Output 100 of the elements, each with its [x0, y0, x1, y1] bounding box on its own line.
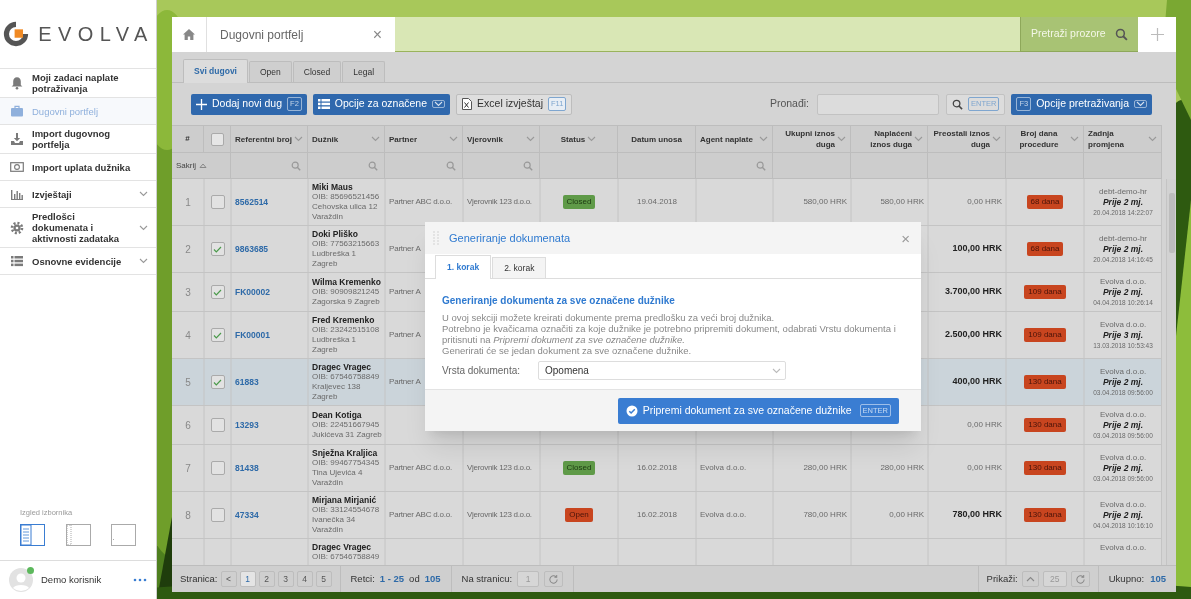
changed-by: Evolva d.o.o.	[1099, 452, 1147, 463]
address-line: Kraljevec 138	[312, 382, 362, 392]
partner-name: Partner A	[389, 243, 422, 255]
row-number: 2	[185, 242, 191, 257]
description-text: Potrebno je kvačicama označiti za koje dužnike je potrebno pripremiti dokument, odabrati Vrstu dokumenta i pritisnuti na Pripremi dokument za sve označene dužnike.	[442, 323, 897, 345]
address-line: Ivanečka 34	[312, 515, 357, 525]
total-amount: 280,00 HRK	[803, 462, 847, 474]
paid-amount: 580,00 HRK	[880, 196, 924, 208]
debtor-name: Dragec Vragec	[312, 542, 373, 552]
partner-name: Partner ABC d.o.o.	[389, 196, 454, 208]
of-label: od	[409, 571, 420, 586]
days-badge: 130 dana	[1024, 508, 1066, 522]
total-count: 105	[1150, 571, 1166, 586]
status-badge: Closed	[562, 195, 596, 209]
address-line: Jukićeva 31 Zagreb	[312, 430, 381, 440]
address-line: Varaždin	[312, 525, 344, 535]
changed-by: Evolva d.o.o.	[1099, 276, 1147, 287]
show-label: Prikaži:	[986, 571, 1018, 586]
debtor-name: Doki Pliško	[312, 229, 359, 239]
changed-by: Evolva d.o.o.	[1099, 366, 1147, 377]
address-line: Ludbreška 1	[312, 249, 358, 259]
debtor-name: Mirjana Mirjanić	[312, 495, 378, 505]
description-text: U ovoj sekciji možete kreirati dokumente prema predlošku za veći broj dužnika.	[442, 312, 776, 323]
oib-text: OIB: 99467754345	[312, 458, 381, 468]
remaining-amount: 3.700,00 HRK	[944, 285, 1002, 299]
oib-text: OIB: 23242515108	[312, 325, 381, 335]
debtor-name: Miki Maus	[312, 182, 354, 192]
time-ago: Prije 2 mj.	[1102, 244, 1144, 255]
changed-by: Evolva d.o.o.	[1099, 542, 1147, 553]
time-ago: Prije 2 mj.	[1102, 420, 1144, 431]
partner-name: Partner ABC d.o.o.	[389, 462, 454, 474]
row-number: 7	[185, 461, 191, 476]
time-ago: Prije 2 mj.	[1102, 197, 1144, 208]
total-amount: 580,00 HRK	[803, 196, 847, 208]
oib-text: OIB: 85696521456	[312, 192, 381, 202]
row-number: 1	[185, 195, 191, 210]
agent-name: Evolva d.o.o.	[700, 462, 748, 474]
changed-by: debt-demo-hr	[1099, 233, 1147, 244]
changed-by: Evolva d.o.o.	[1099, 499, 1147, 510]
debtor-name: Snježna Kraljica	[312, 448, 379, 458]
changed-by: Evolva d.o.o.	[1099, 409, 1147, 420]
address-line: Zagreb	[312, 345, 339, 355]
debtor-name: Dean Kotiga	[312, 410, 363, 420]
address-line: Zagreb	[312, 259, 339, 269]
remaining-amount: 2.500,00 HRK	[944, 328, 1002, 342]
oib-text: OIB: 90909821245	[312, 287, 381, 297]
row-number: 6	[185, 418, 191, 433]
description-text: Generirati će se jedan dokument za sve označene dužnike.	[442, 345, 693, 356]
remaining-amount: 0,00 HRK	[967, 196, 1002, 208]
time-ago: Prije 3 mj.	[1102, 330, 1144, 341]
days-badge: 68 dana	[1026, 195, 1064, 209]
oib-text: OIB: 77563215663	[312, 239, 381, 249]
time-ago: Prije 2 mj.	[1102, 510, 1144, 521]
partner-name: Partner A	[389, 286, 422, 298]
time-ago: Prije 2 mj.	[1102, 377, 1144, 388]
paid-amount: 0,00 HRK	[889, 509, 924, 521]
address-line: Ludbreška 1	[312, 335, 358, 345]
partner-name: Partner ABC d.o.o.	[389, 509, 454, 521]
creditor-name: Vjerovnik 123 d.o.o.	[467, 462, 533, 474]
days-badge: 130 dana	[1024, 375, 1066, 389]
oib-text: OIB: 67546758849	[312, 552, 381, 562]
address-line: Zagreb	[312, 392, 339, 402]
entry-date: 19.04.2018	[636, 196, 677, 208]
rows-total: 105	[424, 571, 441, 586]
rows-label: Retci:	[350, 571, 375, 586]
address-line: Varaždin	[312, 212, 344, 222]
row-number: 4	[185, 328, 191, 343]
debtor-name: Fred Kremenko	[312, 315, 376, 325]
page-label: Stranica:	[180, 571, 218, 586]
remaining-amount: 0,00 HRK	[967, 462, 1002, 474]
remaining-amount: 780,00 HRK	[952, 508, 1002, 522]
remaining-amount: 100,00 HRK	[952, 242, 1002, 256]
status-badge: Open	[565, 508, 593, 522]
logo-text: EVOLVA	[38, 22, 154, 47]
user-name: Demo korisnik	[41, 572, 103, 587]
total-amount: 780,00 HRK	[803, 509, 847, 521]
days-badge: 109 dana	[1024, 285, 1066, 299]
days-badge: 130 dana	[1024, 418, 1066, 432]
address-line: Zagorska 9 Zagreb	[312, 297, 381, 307]
total-label: Ukupno:	[1108, 571, 1145, 586]
changed-by: debt-demo-hr	[1099, 186, 1147, 197]
changed-by: Evolva d.o.o.	[1099, 319, 1147, 330]
status-badge: Closed	[562, 461, 596, 475]
oib-text: OIB: 33124554678	[312, 505, 381, 515]
dialog-title: Generiranje dokumenata	[449, 230, 572, 246]
paid-amount: 280,00 HRK	[880, 462, 924, 474]
time-ago: Prije 2 mj.	[1102, 463, 1144, 474]
time-ago: Prije 2 mj.	[1102, 287, 1144, 298]
rows-range: 1 - 25	[379, 571, 405, 586]
go-to-page-label: Na stranicu:	[461, 571, 513, 586]
days-badge: 130 dana	[1024, 461, 1066, 475]
remaining-amount: 0,00 HRK	[967, 419, 1002, 431]
partner-name: Partner A	[389, 376, 422, 388]
creditor-name: Vjerovnik 123 d.o.o.	[467, 509, 533, 521]
debtor-name: Wilma Kremenko	[312, 277, 381, 287]
days-badge: 109 dana	[1024, 328, 1066, 342]
section-heading: Generiranje dokumenta za sve označene dužnike	[442, 294, 676, 308]
entry-date: 16.02.2018	[636, 509, 677, 521]
field-label: Vrsta dokumenta:	[442, 364, 521, 378]
agent-name: Evolva d.o.o.	[700, 509, 748, 521]
